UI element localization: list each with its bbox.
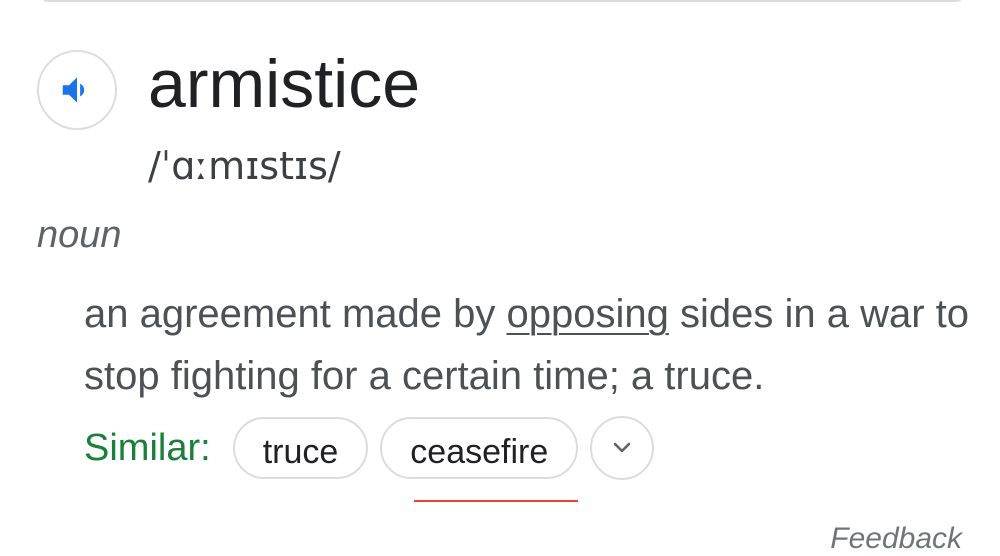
feedback-link[interactable]: Feedback: [830, 522, 962, 556]
pronunciation-audio-button[interactable]: [37, 50, 117, 130]
headword: armistice: [148, 46, 421, 122]
speaker-icon: [62, 77, 85, 103]
similar-chip-ceasefire[interactable]: ceasefire: [380, 417, 579, 502]
expand-similar-button[interactable]: [590, 416, 655, 480]
definition-link-opposing[interactable]: opposing: [506, 292, 668, 336]
definition-text-start: an agreement made by: [84, 292, 507, 336]
chevron-down-icon: [613, 442, 631, 453]
similar-chip-truce[interactable]: truce: [232, 417, 369, 479]
part-of-speech: noun: [37, 214, 122, 256]
phonetic-spelling: /ˈɑːmɪstɪs/: [148, 144, 341, 188]
similar-label: Similar:: [84, 426, 211, 469]
similar-words-row: Similar: truce ceasefire: [84, 415, 655, 502]
card-top-border: [40, 0, 964, 2]
definition-text: an agreement made by opposing sides in a…: [84, 283, 984, 407]
